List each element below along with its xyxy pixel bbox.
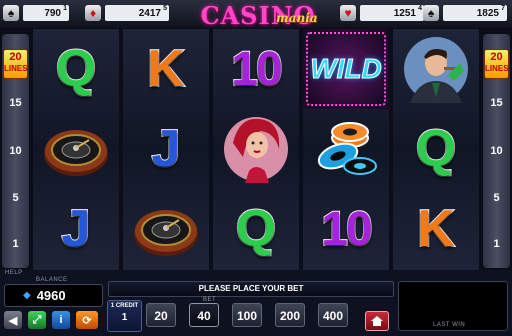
jackpot-value: 1825 7 <box>443 5 507 21</box>
line-marker-1[interactable]: 1 <box>2 238 29 250</box>
autoplay-button[interactable]: ⟳ <box>76 311 98 329</box>
jackpot-value: 790 1 <box>23 5 69 21</box>
jackpot-value: 1251 4 <box>360 5 424 21</box>
speaker-icon: ◀ <box>8 314 18 327</box>
bet-button-200[interactable]: 200 <box>275 303 305 327</box>
line-marker-5[interactable]: 5 <box>2 192 29 204</box>
gem-icon: ◆ <box>23 290 31 301</box>
reel-1: Q J <box>33 29 119 270</box>
symbol-10: 10 <box>230 42 283 97</box>
line-marker-10[interactable]: 10 <box>2 145 29 157</box>
credit-selector[interactable]: 1 CREDIT 1 <box>107 300 142 332</box>
line-marker-15[interactable]: 15 <box>483 97 510 109</box>
bet-button-100[interactable]: 100 <box>232 303 262 327</box>
sound-button[interactable]: ◀ <box>4 311 22 329</box>
casino-mania-logo: CASINO mania <box>200 1 318 30</box>
jackpot-spade-1: ♠ 790 1 <box>3 4 69 22</box>
repeat-icon: ⟳ <box>82 314 92 327</box>
bet-button-20[interactable]: 20 <box>146 303 176 327</box>
jackpot-diamond: ♦ 2417 5 <box>85 4 169 22</box>
status-message: PLEASE PLACE YOUR BET <box>108 281 394 297</box>
jackpot-bar: ♠ 790 1 ♦ 2417 5 CASINO mania ♥ 1251 4 ♠ 18… <box>0 0 512 30</box>
reel-2: K J <box>123 29 209 270</box>
line-marker-15[interactable]: 15 <box>2 97 29 109</box>
info-button[interactable]: i <box>52 311 70 329</box>
left-lines-panel: 20 LINES 15 10 5 1 <box>2 34 29 268</box>
symbol-k: K <box>416 199 456 259</box>
line-marker-10[interactable]: 10 <box>483 145 510 157</box>
casino-chips-symbol <box>303 109 389 189</box>
symbol-q: Q <box>55 39 97 99</box>
reel-3: 10 Q <box>213 29 299 270</box>
symbol-k: K <box>146 39 186 99</box>
jackpot-heart: ♥ 1251 4 <box>340 4 424 22</box>
line-marker-5[interactable]: 5 <box>483 192 510 204</box>
heart-icon: ♥ <box>340 5 356 21</box>
last-win-display: LAST WIN <box>398 281 508 331</box>
roulette-wheel-symbol <box>123 189 209 269</box>
wild-symbol: WILD <box>303 29 389 109</box>
info-icon: i <box>59 314 63 326</box>
fullscreen-button[interactable]: ⤢ <box>28 311 46 329</box>
line-marker-1[interactable]: 1 <box>483 238 510 250</box>
jackpot-value: 2417 5 <box>105 5 169 21</box>
reel-5: Q K <box>393 29 479 270</box>
reel-4: WILD 10 <box>303 29 389 270</box>
balance-label: BALANCE <box>36 277 68 283</box>
woman-symbol <box>213 109 299 189</box>
symbol-q: Q <box>415 119 457 179</box>
man-with-cigar-symbol <box>393 29 479 109</box>
right-lines-panel: 20 LINES 15 10 5 1 <box>483 34 510 268</box>
spade-icon: ♠ <box>423 5 439 21</box>
home-button[interactable] <box>365 311 389 331</box>
reel-area: Q J K J 10 Q WILD 10 Q K <box>33 29 479 270</box>
last-win-label: LAST WIN <box>433 322 466 328</box>
jackpot-spade-2: ♠ 1825 7 <box>423 4 507 22</box>
home-icon <box>371 316 383 326</box>
spade-icon: ♠ <box>3 5 19 21</box>
symbol-10: 10 <box>320 202 373 257</box>
symbol-j: J <box>151 119 182 179</box>
symbol-j: J <box>61 199 92 259</box>
balance-display: ◆ 4960 <box>4 284 103 307</box>
help-label: HELP <box>5 270 23 276</box>
diamond-icon: ♦ <box>85 5 101 21</box>
lines-20-button[interactable]: 20 LINES <box>484 49 509 79</box>
roulette-wheel-symbol <box>33 109 119 189</box>
lines-20-button[interactable]: 20 LINES <box>3 49 28 79</box>
symbol-q: Q <box>235 199 277 259</box>
bet-button-400[interactable]: 400 <box>318 303 348 327</box>
balance-value: 4960 <box>36 288 66 303</box>
bet-button-40[interactable]: 40 <box>189 303 219 327</box>
expand-icon: ⤢ <box>32 313 42 326</box>
